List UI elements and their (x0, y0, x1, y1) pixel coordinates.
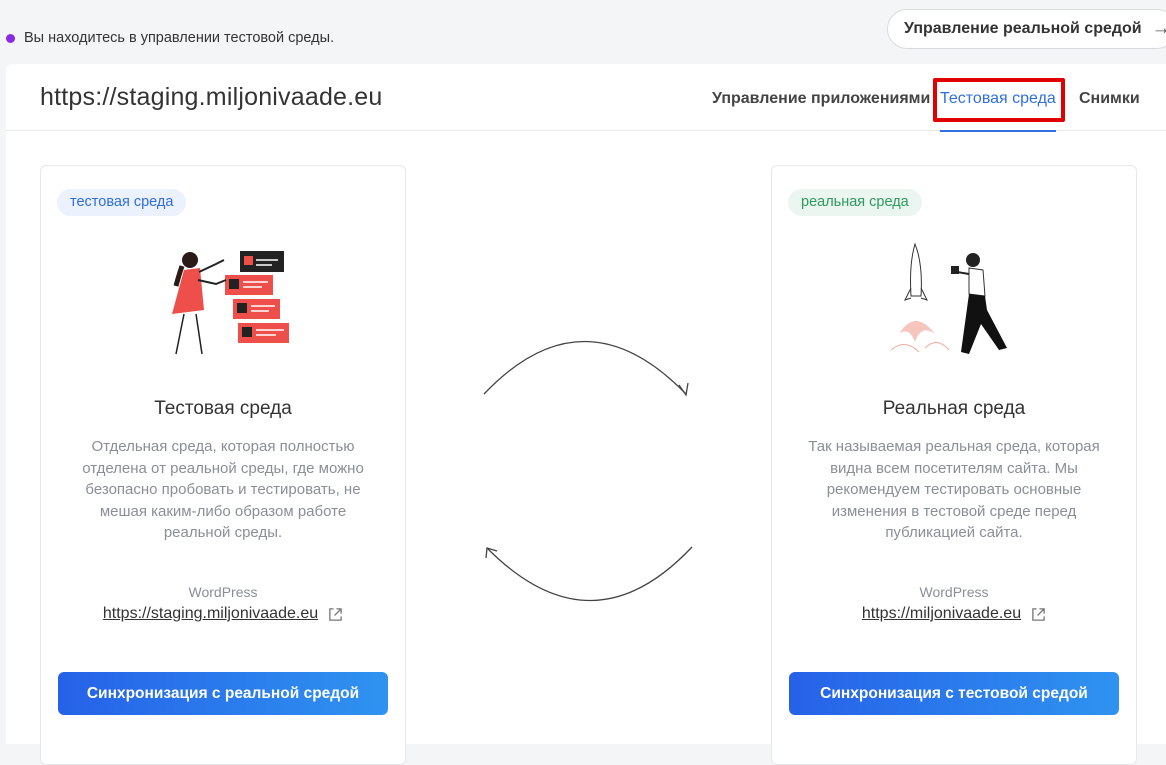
arrow-right-icon: → (1151, 18, 1166, 39)
tab-snapshots[interactable]: Снимки (1079, 90, 1140, 108)
staging-title: Тестовая среда (154, 398, 292, 419)
staging-card: тестовая среда Тестовая среда Отдельная … (40, 165, 406, 765)
panel-header: https://staging.miljonivaade.eu Управлен… (6, 64, 1166, 132)
sync-arrows-icon (483, 341, 693, 602)
staging-url[interactable]: https://staging.miljonivaade.eu (103, 605, 318, 623)
manage-live-label: Управление реальной средой (904, 20, 1142, 37)
live-site-link[interactable]: https://miljonivaade.eu (772, 605, 1136, 623)
environment-notice-text: Вы находитесь в управлении тестовой сред… (24, 30, 335, 46)
live-badge: реальная среда (788, 189, 922, 216)
staging-badge: тестовая среда (57, 189, 187, 216)
sync-to-live-button[interactable]: Синхронизация с реальной средой (58, 672, 388, 715)
tab-app-management[interactable]: Управление приложениями (712, 90, 930, 108)
status-dot (6, 33, 15, 43)
top-bar: Вы находитесь в управлении тестовой сред… (0, 0, 1166, 64)
page-title: https://staging.miljonivaade.eu (40, 83, 383, 111)
external-link-icon[interactable] (328, 607, 343, 622)
live-cms-label: WordPress (919, 584, 989, 600)
environment-notice: Вы находитесь в управлении тестовой сред… (6, 30, 334, 46)
manage-live-button[interactable]: Управление реальной средой → (887, 9, 1166, 49)
live-title: Реальная среда (882, 398, 1026, 419)
main-panel: https://staging.miljonivaade.eu Управлен… (6, 64, 1166, 765)
live-card: реальная среда Реальная среда Так называ… (771, 165, 1137, 765)
staging-illustration (172, 251, 289, 355)
staging-description: Отдельная среда, которая полностью отдел… (82, 438, 364, 541)
live-illustration (890, 242, 1007, 354)
live-description: Так называемая реальная среда, которая в… (808, 438, 1100, 541)
active-tab-indicator (940, 130, 1056, 132)
highlight-box (933, 78, 1065, 122)
external-link-icon[interactable] (1031, 607, 1046, 622)
live-url[interactable]: https://miljonivaade.eu (862, 605, 1021, 623)
staging-site-link[interactable]: https://staging.miljonivaade.eu (41, 605, 405, 623)
staging-cms-label: WordPress (188, 584, 258, 600)
sync-to-staging-button[interactable]: Синхронизация с тестовой средой (789, 672, 1119, 715)
